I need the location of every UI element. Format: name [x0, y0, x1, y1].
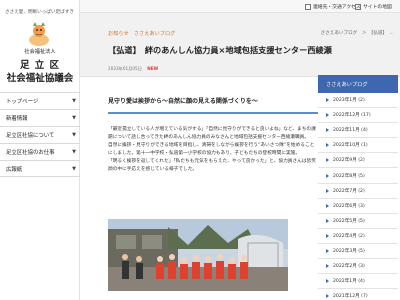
access-label: 連絡先・交通アクセス	[313, 5, 361, 10]
left-nav-label: トップページ	[6, 99, 39, 105]
category-crumb[interactable]: お知らせ ささえあいブログ	[108, 30, 175, 37]
archive-link[interactable]: 2022年6月 (3)	[318, 199, 398, 214]
left-nav-item-news[interactable]: 新着情報 ▼	[0, 109, 80, 126]
left-nav-item-work[interactable]: 足立区社協のお仕事 ▼	[0, 143, 80, 160]
archive-link[interactable]: 2022年12月 (17)	[318, 108, 398, 124]
archive-link[interactable]: 2022年3月 (5)	[318, 244, 398, 260]
article-text: 「最近孤立している人が増えている気がする」「自然に見守りができると良いよね」など…	[108, 126, 318, 175]
new-badge: NEW	[147, 66, 159, 71]
breadcrumb[interactable]: ささえあいブログ ＞ 【弘道】 …	[321, 30, 395, 36]
archive-link[interactable]: 2023年1月 (2)	[318, 93, 398, 109]
site-tagline: ささえ愛、明晰いっぱい足ばすき	[5, 10, 74, 15]
left-nav-item-about[interactable]: 足立区社協について ▼	[0, 126, 80, 143]
sitemap-link[interactable]: サイトの地図	[355, 3, 392, 10]
utility-bar: 連絡先・交通アクセス サイトの地図	[80, 0, 400, 13]
archive-link[interactable]: 2022年4月 (2)	[318, 229, 398, 244]
sitemap-label: サイトの地図	[363, 5, 392, 10]
article-body: 見守り愛は挨拶から～自然に顔の見える関係づくりを～ 「最近孤立している人が増えて…	[108, 96, 318, 175]
article-photo	[108, 219, 288, 291]
chevron-down-icon: ▼	[72, 115, 76, 121]
paragraph: 自然に挨拶・見守りができる地域を目指し、清掃をしながら挨拶を行う“あいさつ隊”を…	[108, 143, 315, 157]
archive-heading[interactable]: ささえあいブログ	[318, 75, 398, 93]
org-type: 社会福祉法人	[24, 49, 56, 55]
chevron-down-icon: ▼	[72, 132, 76, 138]
left-nav-item-newsletter[interactable]: 広報紙 ▼	[0, 160, 80, 177]
left-sidebar: ささえ愛、明晰いっぱい足ばすき 社会福祉法人 足 立 区 社会福祉協議会 トップ…	[0, 0, 80, 300]
paragraph: 「最近孤立している人が増えている気がする」「自然に見守りができると良いよね」など…	[108, 127, 316, 141]
page-title: 【弘道】 絆のあんしん協力員×地域包括支援センター西綾瀬	[108, 45, 332, 55]
left-nav-label: 広報紙	[6, 166, 23, 173]
blog-archive-sidebar: ささえあいブログ 2023年1月 (2) 2022年12月 (17) 2022年…	[318, 75, 398, 300]
article-header: お知らせ ささえあいブログ ささえあいブログ ＞ 【弘道】 … 【弘道】 絆のあ…	[80, 13, 400, 77]
chevron-down-icon: ▼	[72, 149, 76, 155]
archive-link[interactable]: 2022年2月 (3)	[318, 259, 398, 275]
left-nav-label: 足立区社協のお仕事	[6, 150, 55, 156]
access-link[interactable]: 連絡先・交通アクセス	[305, 3, 361, 10]
chevron-down-icon: ▼	[72, 165, 76, 172]
chevron-down-icon: ▼	[72, 98, 76, 104]
archive-link[interactable]: 2022年7月 (2)	[318, 184, 398, 199]
archive-link[interactable]: 2022年1月 (4)	[318, 274, 398, 290]
article-lead: 見守り愛は挨拶から～自然に顔の見える関係づくりを～	[108, 96, 318, 114]
left-nav-label: 足立区社協について	[6, 133, 55, 139]
org-name-line2[interactable]: 社会福祉協議会	[0, 70, 80, 84]
archive-link[interactable]: 2022年8月 (5)	[318, 168, 398, 184]
archive-link[interactable]: 2022年11月 (4)	[318, 123, 398, 139]
kusakarisan-logo-icon[interactable]	[24, 20, 54, 48]
article-date: 2023年01月05日	[108, 66, 142, 71]
archive-link[interactable]: 2022年9月 (2)	[318, 153, 398, 169]
archive-link[interactable]: 2022年5月 (5)	[318, 214, 398, 229]
map-icon	[305, 3, 311, 10]
left-nav: トップページ ▼ 新着情報 ▼ 足立区社協について ▼ 足立区社協のお仕事 ▼ …	[0, 92, 80, 177]
sitemap-icon	[355, 3, 361, 10]
left-nav-item-top[interactable]: トップページ ▼	[0, 92, 80, 109]
archive-link[interactable]: 2021年12月 (7)	[318, 289, 398, 300]
paragraph: 「明るく挨拶を返してくれた」「私たちも元気をもらえた、やって良かった」と、協力員…	[108, 159, 316, 173]
article-meta: 2023年01月05日 NEW	[108, 66, 158, 72]
archive-link[interactable]: 2022年10月 (1)	[318, 138, 398, 154]
org-name-line1[interactable]: 足 立 区	[0, 57, 80, 71]
browser-page: ささえ愛、明晰いっぱい足ばすき 社会福祉法人 足 立 区 社会福祉協議会 トップ…	[0, 0, 400, 300]
left-nav-label: 新着情報	[6, 116, 28, 122]
